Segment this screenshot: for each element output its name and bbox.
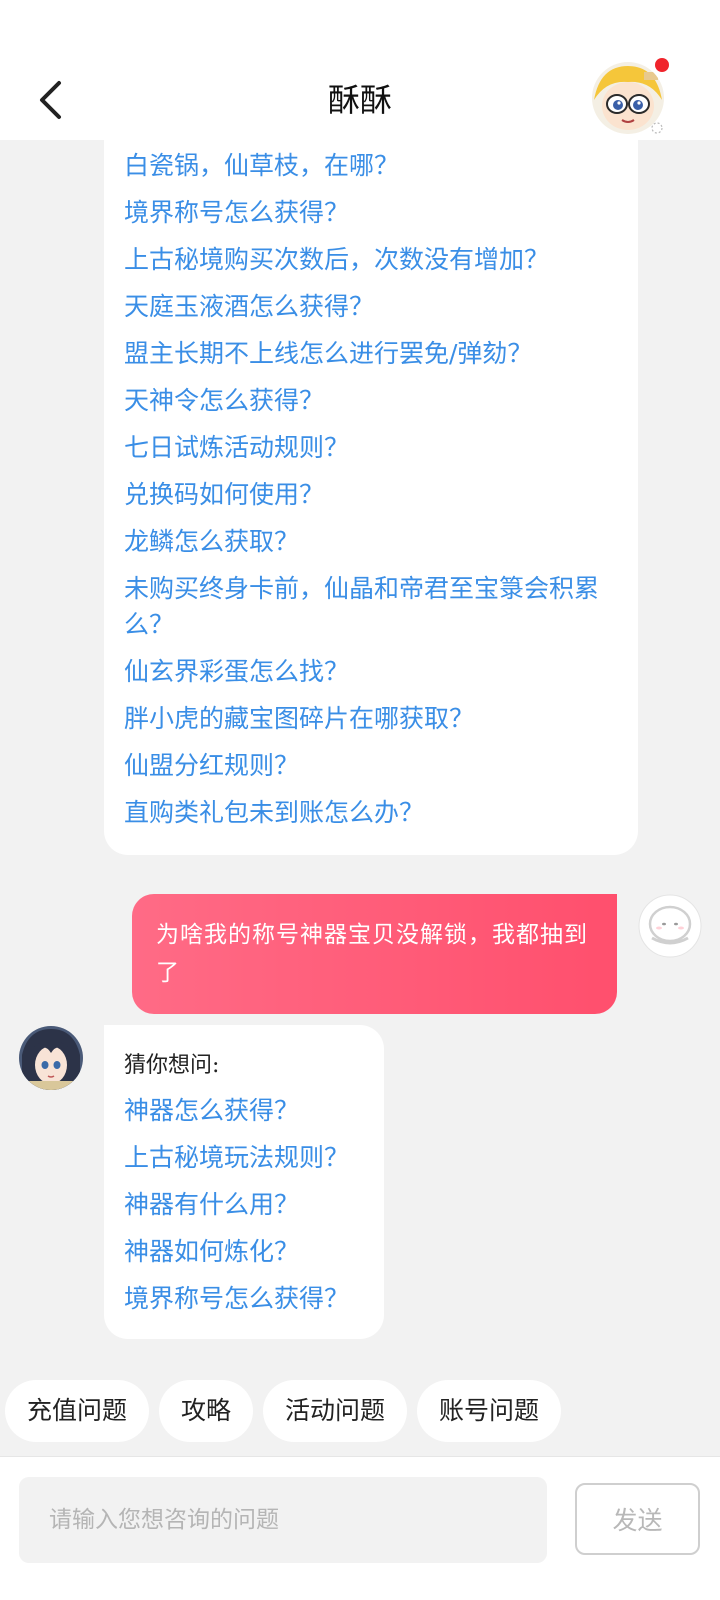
chat-header: 酥酥 [0, 58, 720, 140]
chip-events[interactable]: 活动问题 [263, 1380, 408, 1442]
user-message-bubble: 为啥我的称号神器宝贝没解锁，我都抽到了 [132, 894, 617, 1014]
chat-messages[interactable]: 白瓷锅，仙草枝，在哪？ 境界称号怎么获得？ 上古秘境购买次数后，次数没有增加？ … [0, 140, 720, 1380]
faq-question[interactable]: 直购类礼包未到账怎么办？ [124, 795, 608, 831]
cartoon-avatar-icon [592, 62, 664, 134]
faq-question[interactable]: 未购买终身卡前，仙晶和帝君至宝箓会积累么？ [124, 571, 608, 643]
message-input[interactable] [19, 1477, 547, 1563]
faq-question[interactable]: 天神令怎么获得？ [124, 383, 608, 419]
chip-recharge[interactable]: 充值问题 [5, 1380, 150, 1442]
suggested-question[interactable]: 境界称号怎么获得？ [124, 1281, 364, 1317]
faq-question[interactable]: 龙鳞怎么获取？ [124, 524, 608, 560]
faq-question[interactable]: 仙盟分红规则？ [124, 748, 608, 784]
suggested-question[interactable]: 神器如何炼化？ [124, 1234, 364, 1270]
status-bar-area [0, 0, 720, 60]
faq-question[interactable]: 白瓷锅，仙草枝，在哪？ [124, 148, 608, 184]
composer-bar: 发送 [0, 1456, 720, 1600]
faq-question[interactable]: 兑换码如何使用？ [124, 477, 608, 513]
faq-question[interactable]: 仙玄界彩蛋怎么找？ [124, 654, 608, 690]
chip-account[interactable]: 账号问题 [417, 1380, 562, 1442]
guess-label: 猜你想问: [124, 1053, 220, 1078]
send-button[interactable]: 发送 [575, 1483, 700, 1555]
faq-question[interactable]: 胖小虎的藏宝图碎片在哪获取？ [124, 701, 608, 737]
user-avatar[interactable] [638, 894, 702, 958]
suggestion-bubble: 猜你想问: 神器怎么获得？ 上古秘境玩法规则？ 神器有什么用？ 神器如何炼化？ … [104, 1025, 384, 1339]
quick-category-bar: 充值问题 攻略 活动问题 账号问题 [0, 1380, 720, 1464]
faq-question[interactable]: 七日试炼活动规则？ [124, 430, 608, 466]
agent-avatar[interactable] [590, 60, 666, 136]
robot-avatar-icon [638, 894, 702, 958]
faq-bubble: 白瓷锅，仙草枝，在哪？ 境界称号怎么获得？ 上古秘境购买次数后，次数没有增加？ … [104, 140, 638, 855]
faq-question[interactable]: 盟主长期不上线怎么进行罢免/弹劾？ [124, 336, 608, 372]
anime-character-avatar-icon [19, 1026, 83, 1090]
chip-guide[interactable]: 攻略 [159, 1380, 254, 1442]
bot-avatar[interactable] [18, 1025, 84, 1091]
faq-question[interactable]: 天庭玉液酒怎么获得？ [124, 289, 608, 325]
suggested-question[interactable]: 上古秘境玩法规则？ [124, 1140, 364, 1176]
suggested-question[interactable]: 神器怎么获得？ [124, 1093, 364, 1129]
suggested-question[interactable]: 神器有什么用？ [124, 1187, 364, 1223]
faq-question[interactable]: 上古秘境购买次数后，次数没有增加？ [124, 242, 608, 278]
faq-question[interactable]: 境界称号怎么获得？ [124, 195, 608, 231]
notification-dot [655, 58, 669, 72]
